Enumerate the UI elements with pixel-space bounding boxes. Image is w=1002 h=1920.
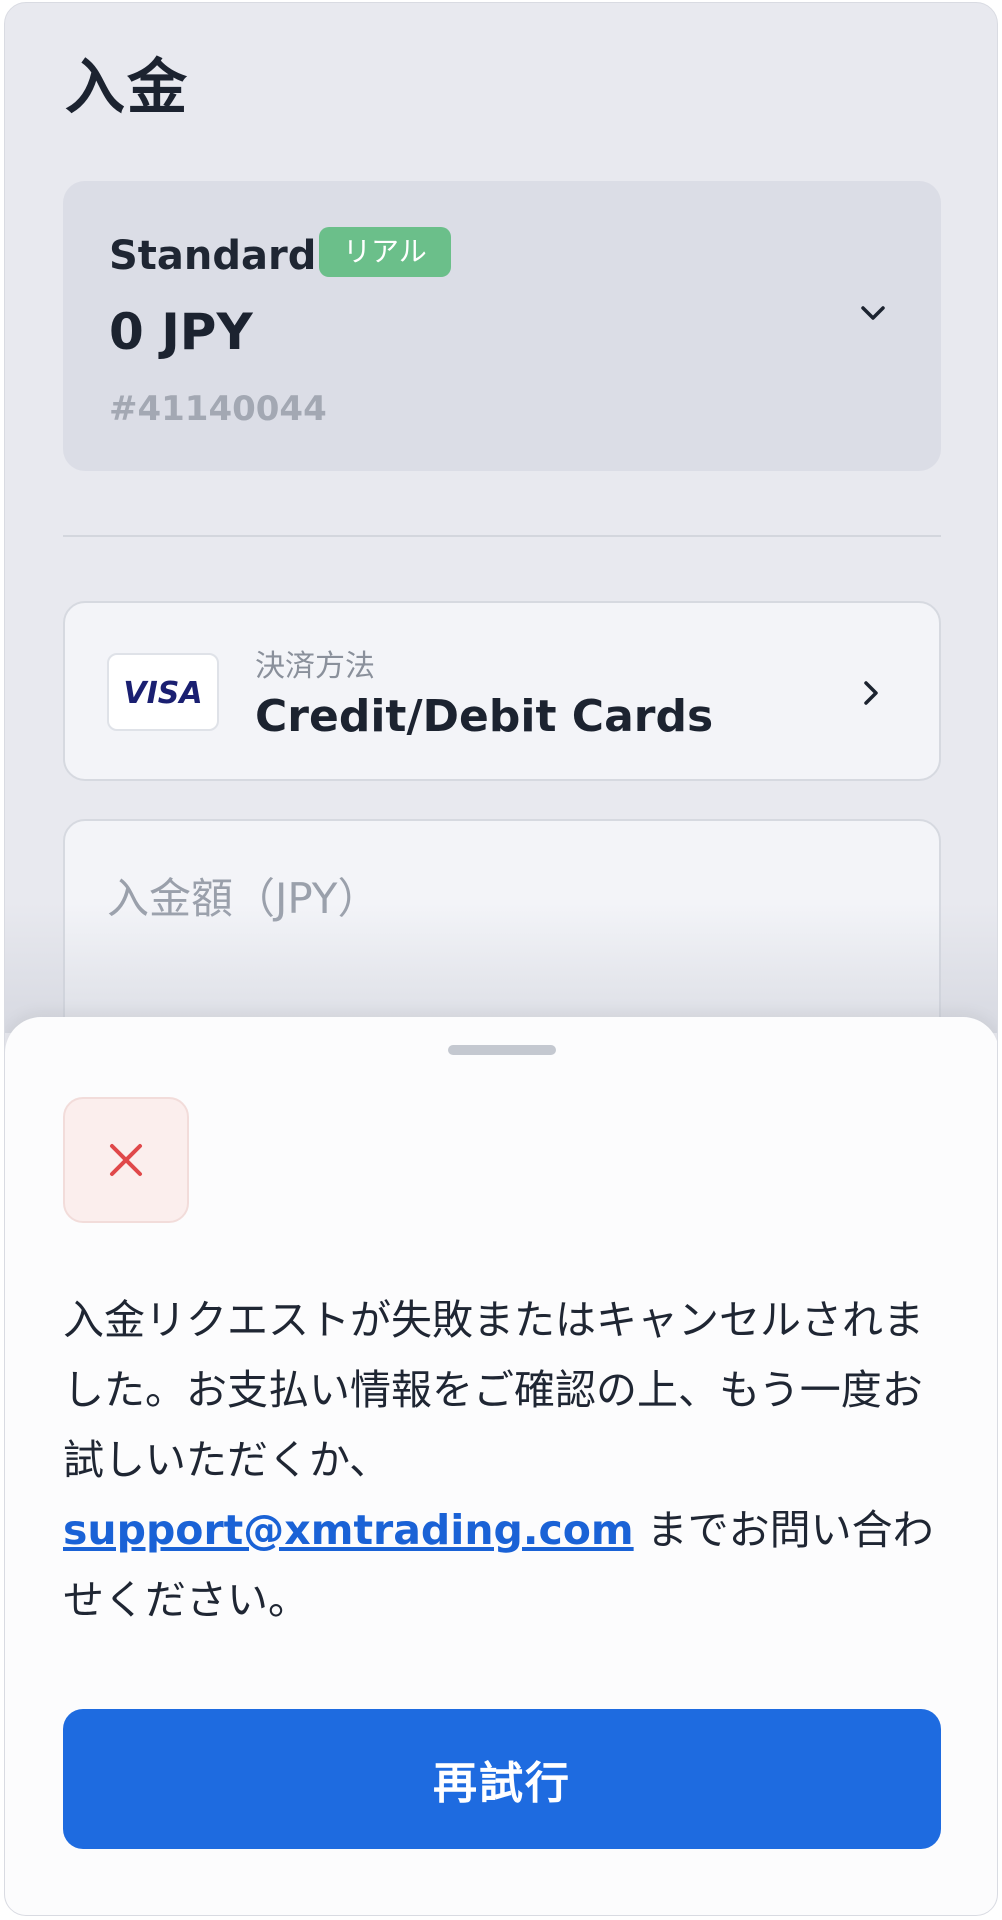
app-screen: 入金 Standard リアル 0 JPY #41140044 VISA 決済方… [4,2,998,1916]
visa-logo: VISA [107,653,219,731]
sheet-drag-handle[interactable] [448,1045,556,1055]
page-title: 入金 [65,53,189,123]
sheet-backdrop [5,903,997,1033]
chevron-down-icon[interactable] [853,293,893,333]
payment-method-selector[interactable]: VISA 決済方法 Credit/Debit Cards [63,601,941,781]
account-status-badge: リアル [319,227,451,277]
account-selector[interactable]: Standard リアル 0 JPY #41140044 [63,181,941,471]
retry-button[interactable]: 再試行 [63,1709,941,1849]
payment-method-label: 決済方法 [255,649,375,684]
section-divider [63,535,941,537]
visa-logo-text: VISA [123,676,202,711]
account-balance: 0 JPY [109,303,253,361]
close-icon [110,1144,142,1176]
account-number: #41140044 [109,389,327,429]
chevron-right-icon[interactable] [853,675,889,711]
visa-logo-mark: VISA [123,676,202,711]
error-message-text: 入金リクエストが失敗またはキャンセルされました。お支払い情報をご確認の上、もう一… [63,1296,924,1484]
error-message: 入金リクエストが失敗またはキャンセルされました。お支払い情報をご確認の上、もう一… [63,1285,943,1635]
error-icon-box [63,1097,189,1223]
support-email-link[interactable]: support@xmtrading.com [63,1506,634,1554]
error-bottom-sheet: 入金リクエストが失敗またはキャンセルされました。お支払い情報をご確認の上、もう一… [5,1017,997,1915]
payment-method-value: Credit/Debit Cards [255,691,714,742]
account-type: Standard [109,233,317,279]
